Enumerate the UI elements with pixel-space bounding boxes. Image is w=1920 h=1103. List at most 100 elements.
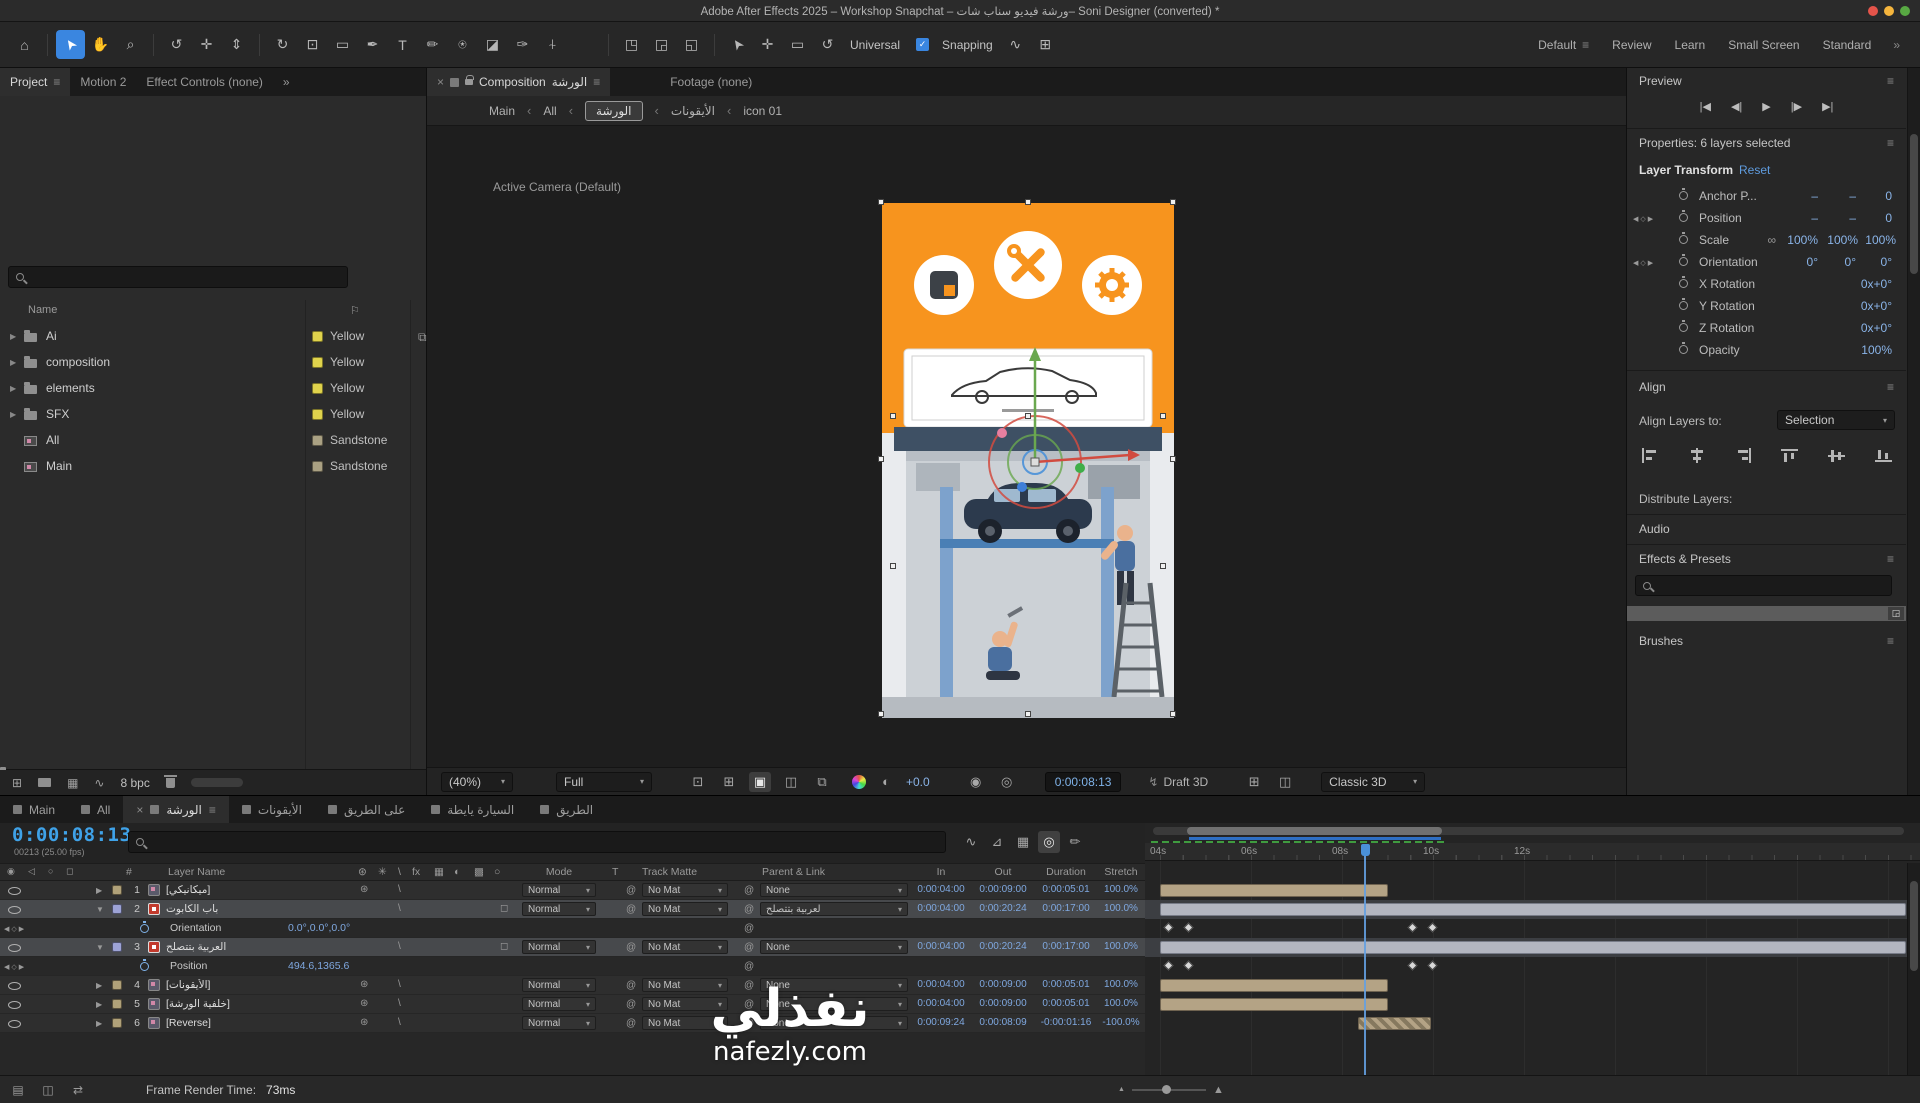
- breadcrumb-current[interactable]: الورشة: [585, 101, 642, 121]
- blend-mode-dropdown[interactable]: Normal▾: [522, 940, 596, 954]
- timeline-tab-all[interactable]: All: [68, 796, 123, 823]
- audio-panel-header[interactable]: Audio: [1627, 518, 1906, 540]
- orbit-camera-tool-button[interactable]: ↺: [162, 30, 191, 59]
- stopwatch-icon[interactable]: [1679, 323, 1688, 332]
- duration-value[interactable]: 0:00:05:01: [1034, 998, 1098, 1009]
- label-chip[interactable]: [112, 885, 122, 895]
- motion-blur-switch-icon[interactable]: ◐: [454, 866, 460, 878]
- resolution-dropdown[interactable]: Full▾: [556, 772, 652, 792]
- workspace-menu-icon[interactable]: ≡: [1582, 38, 1589, 52]
- workspace-small-screen[interactable]: Small Screen: [1717, 38, 1810, 52]
- magnification-dropdown[interactable]: (40%)▾: [441, 772, 513, 792]
- workspace-default[interactable]: Default≡: [1527, 38, 1600, 52]
- close-tab-icon[interactable]: ×: [437, 75, 444, 89]
- panel-menu-icon[interactable]: ≡: [1887, 552, 1894, 566]
- brush-tool-button[interactable]: ✏: [418, 30, 447, 59]
- selection-handle[interactable]: [1025, 413, 1031, 419]
- label-chip[interactable]: [312, 383, 323, 394]
- disclosure-icon[interactable]: ▶: [10, 332, 16, 341]
- selection-handle[interactable]: [1170, 456, 1176, 462]
- stretch-value[interactable]: 100.0%: [1098, 941, 1144, 952]
- parent-pickwhip-icon[interactable]: @: [744, 885, 754, 896]
- selection-handle[interactable]: [1160, 563, 1166, 569]
- align-horizontal-center-button[interactable]: [1688, 448, 1705, 466]
- selection-handle[interactable]: [878, 456, 884, 462]
- position-x-value[interactable]: –: [1774, 211, 1818, 225]
- align-bottom-button[interactable]: [1875, 448, 1892, 466]
- exposure-icon[interactable]: ◐: [875, 772, 897, 792]
- link-dimensions-icon[interactable]: ∞: [1767, 233, 1776, 247]
- matte-pickwhip-icon[interactable]: @: [626, 942, 636, 953]
- view-axis-mode-button[interactable]: ◱: [677, 30, 706, 59]
- out-column-header[interactable]: Out: [972, 866, 1034, 878]
- stopwatch-icon[interactable]: [1679, 191, 1688, 200]
- shy-layers-icon[interactable]: ⊿: [986, 831, 1008, 853]
- label-chip[interactable]: [312, 461, 323, 472]
- stopwatch-icon[interactable]: [1679, 279, 1688, 288]
- grid-options-button[interactable]: ⊞: [1031, 30, 1060, 59]
- threed-switch[interactable]: ◻: [500, 903, 508, 914]
- tab-composition[interactable]: × Composition الورشة ≡: [427, 68, 610, 96]
- previous-frame-button[interactable]: ◀|: [1729, 98, 1744, 115]
- current-timecode[interactable]: 0:00:08:13: [12, 824, 131, 846]
- anchor-y-value[interactable]: –: [1820, 189, 1856, 203]
- x-rotation-value[interactable]: 0x+0°: [1828, 277, 1892, 291]
- expand-icon[interactable]: ▶: [96, 1019, 102, 1028]
- timeline-tab-car[interactable]: السيارة يايطة: [418, 796, 527, 823]
- scrollbar-thumb[interactable]: [1910, 881, 1918, 971]
- expand-transfer-icon[interactable]: ◫: [38, 1083, 58, 1097]
- rectangle-tool-button[interactable]: ▭: [328, 30, 357, 59]
- parent-dropdown[interactable]: None▾: [760, 997, 908, 1011]
- collapse-switch[interactable]: ⊛: [360, 884, 368, 895]
- stretch-value[interactable]: 100.0%: [1098, 903, 1144, 914]
- label-chip[interactable]: [312, 357, 323, 368]
- selection-tool-button[interactable]: ➤: [56, 30, 85, 59]
- in-value[interactable]: 0:00:04:00: [910, 941, 972, 952]
- quality-switch-icon[interactable]: \: [398, 866, 401, 878]
- breadcrumb-main[interactable]: Main: [489, 104, 515, 118]
- viewer-timecode[interactable]: 0:00:08:13: [1045, 772, 1122, 792]
- motion-blur-icon[interactable]: ◎: [1038, 831, 1060, 853]
- blend-mode-dropdown[interactable]: Normal▾: [522, 1016, 596, 1030]
- breadcrumb-all[interactable]: All: [543, 104, 556, 118]
- collapse-switch[interactable]: ⊛: [360, 1017, 368, 1028]
- layer-name-column-header[interactable]: Layer Name: [168, 866, 225, 878]
- keyframe-icon[interactable]: [1184, 961, 1194, 971]
- pan-behind-tool-button[interactable]: ⊡: [298, 30, 327, 59]
- close-window-button[interactable]: [1868, 6, 1878, 16]
- keyframe-navigator[interactable]: ◀◇▶: [1633, 215, 1653, 223]
- adjustment-switch-icon[interactable]: ▩: [474, 866, 484, 878]
- layer-row-1[interactable]: ▶ 1 [ميكانيكي] ⊛ \ Normal▾ @ No Mat▾ @ N…: [0, 881, 1145, 900]
- stopwatch-icon[interactable]: [140, 924, 149, 933]
- anchor-z-value[interactable]: 0: [1860, 189, 1892, 203]
- play-button[interactable]: ▶: [1760, 98, 1772, 115]
- time-ruler[interactable]: 04s 06s 08s 10s 12s: [1145, 843, 1920, 861]
- fast-previews-icon[interactable]: ◫: [1274, 772, 1296, 792]
- keyframe-navigator[interactable]: ◀◇▶: [1633, 259, 1653, 267]
- show-snapshot-icon[interactable]: ◎: [996, 772, 1018, 792]
- time-navigator-thumb[interactable]: [1187, 827, 1442, 835]
- roi-icon[interactable]: ⊡: [687, 772, 709, 792]
- clone-stamp-tool-button[interactable]: ⍟: [448, 30, 477, 59]
- close-tab-icon[interactable]: ×: [136, 803, 143, 817]
- in-value[interactable]: 0:00:09:24: [910, 1017, 972, 1028]
- selection-handle[interactable]: [1170, 711, 1176, 717]
- frame-blend-switch-icon[interactable]: ▦: [434, 866, 444, 878]
- timeline-scrollbar[interactable]: [1907, 863, 1920, 1075]
- selection-handle[interactable]: [890, 563, 896, 569]
- lock-icon[interactable]: [465, 79, 473, 85]
- eye-icon[interactable]: [8, 887, 21, 895]
- rasterize-switch-icon[interactable]: ✳: [378, 866, 387, 878]
- stopwatch-icon[interactable]: [1679, 235, 1688, 244]
- position-property-row[interactable]: ◀◇▶ Position 494.6,1365.6 @: [0, 957, 1145, 976]
- track-matte-dropdown[interactable]: No Mat▾: [642, 1016, 728, 1030]
- breadcrumb-icon01[interactable]: icon 01: [743, 104, 782, 118]
- snapshot-icon[interactable]: ◉: [965, 772, 987, 792]
- new-folder-icon[interactable]: [38, 778, 51, 787]
- zoom-slider-track[interactable]: [1132, 1089, 1206, 1091]
- project-item-all[interactable]: All Sandstone: [0, 428, 426, 454]
- panel-corner-icon[interactable]: ◲: [1888, 607, 1904, 620]
- gizmo-mode-label[interactable]: Universal: [850, 38, 900, 52]
- world-axis-mode-button[interactable]: ◲: [647, 30, 676, 59]
- orientation-z-value[interactable]: 0°: [1862, 255, 1892, 269]
